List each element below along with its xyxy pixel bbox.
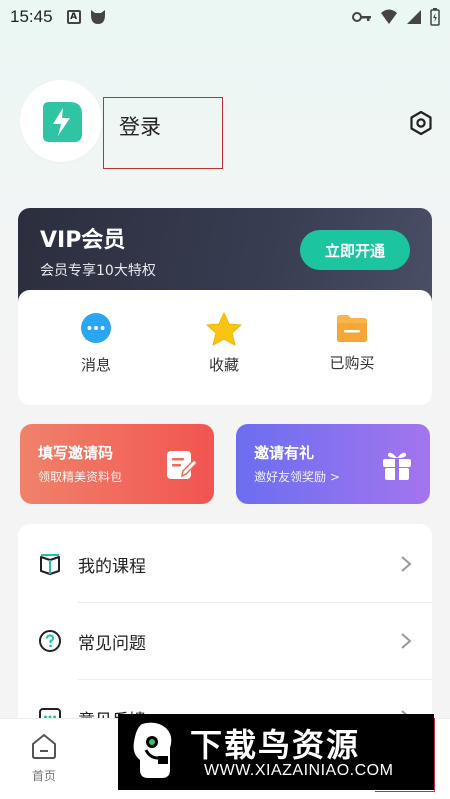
vip-subtitle: 会员专享10大特权 [40,263,156,279]
app-logo-icon [43,102,82,142]
quick-item-messages[interactable]: 消息 [46,312,146,375]
menu-item-faq[interactable]: 常见问题 [18,603,432,679]
cat-notification-icon [90,10,105,24]
quick-item-favorites[interactable]: 收藏 [174,312,274,375]
message-icon [81,313,111,343]
vpn-key-icon [352,12,371,22]
book-icon [40,554,60,575]
question-circle-icon [39,630,61,652]
wifi-icon [381,9,397,24]
signal-icon [407,10,421,24]
watermark-url: WWW.XIAZAINIAO.COM [204,762,394,779]
invite-gift-title: 邀请有礼 [254,444,315,462]
vip-title: VIP会员 [40,228,126,253]
status-time: 15:45 [10,7,53,26]
login-button[interactable]: 登录 [103,97,223,169]
avatar[interactable] [20,80,102,162]
invite-code-card[interactable]: 填写邀请码 领取精美资料包 [20,424,214,504]
invite-gift-subtitle: 邀好友领奖励 > [254,470,340,484]
watermark-title: 下载鸟资源 [190,726,361,764]
menu-item-label: 常见问题 [78,633,146,654]
settings-gear-icon[interactable] [408,110,434,136]
quick-item-purchased[interactable]: 已购买 [302,312,402,373]
menu-item-label: 我的课程 [78,556,146,577]
quick-item-label: 已购买 [329,354,375,372]
tab-home[interactable]: 首页 [22,731,66,784]
invite-code-subtitle: 领取精美资料包 [38,470,123,484]
invite-gift-card[interactable]: 邀请有礼 邀好友领奖励 > [236,424,430,504]
a-notification-icon: A [66,10,81,24]
home-icon [32,734,56,759]
login-label: 登录 [119,115,161,139]
chevron-right-icon [401,633,412,649]
watermark-banner: 下载鸟资源 WWW.XIAZAINIAO.COM [118,714,434,790]
quick-actions-card: 消息 收藏 已购买 [18,290,432,405]
battery-icon [430,8,440,26]
quick-item-label: 消息 [80,356,111,374]
chevron-right-icon [401,556,412,572]
menu-list: 我的课程 常见问题 意见反馈 [18,524,432,744]
gift-icon [383,452,411,480]
quick-item-label: 收藏 [208,356,239,374]
bird-logo-icon [133,722,172,778]
folder-icon [337,315,367,342]
menu-item-my-courses[interactable]: 我的课程 [18,526,432,602]
edit-note-icon [167,451,198,479]
star-icon [206,312,242,346]
status-bar: 15:45 A [0,0,450,34]
invite-code-title: 填写邀请码 [38,444,114,462]
tab-home-label: 首页 [31,769,56,783]
vip-open-button[interactable]: 立即开通 [300,230,410,270]
